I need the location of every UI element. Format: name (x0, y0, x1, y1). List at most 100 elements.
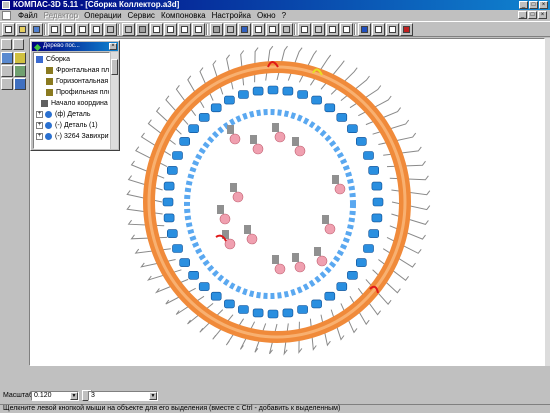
step-value: 3 (91, 392, 95, 399)
new-part-icon[interactable] (14, 52, 26, 64)
expand-icon[interactable]: + (36, 132, 43, 140)
zoom-all-icon[interactable] (192, 23, 205, 36)
rotate-icon[interactable] (210, 23, 223, 36)
tree-item[interactable]: Сборка (36, 54, 70, 65)
tree-item-label: (-) Деталь (1) (55, 122, 98, 129)
app-icon[interactable] (2, 1, 10, 9)
print-icon[interactable] (48, 23, 61, 36)
zoom-in-icon[interactable] (150, 23, 163, 36)
measure-icon[interactable] (298, 23, 311, 36)
rotate-component-icon[interactable] (14, 78, 26, 90)
move-component-icon[interactable] (1, 78, 13, 90)
properties-icon[interactable] (340, 23, 353, 36)
library-icon[interactable] (358, 23, 371, 36)
tree-item[interactable]: Начало координа (41, 98, 108, 109)
section-icon[interactable] (326, 23, 339, 36)
valve-component (246, 233, 258, 245)
expand-icon[interactable]: + (36, 121, 43, 129)
perspective-icon[interactable] (280, 23, 293, 36)
property-bar: Масштаб 0.120 ▼ 3 ▼ (0, 389, 550, 403)
doc-close-button[interactable]: × (538, 11, 547, 19)
blue-block (363, 244, 374, 253)
close-button[interactable]: × (539, 1, 548, 9)
blue-block (163, 213, 175, 223)
zoom-out-icon[interactable] (164, 23, 177, 36)
tree-item[interactable]: Профильная плос (46, 87, 110, 98)
part-icon (45, 110, 52, 118)
menu-item[interactable]: ? (279, 10, 289, 21)
section-icon-glyph (329, 26, 336, 33)
menu-item[interactable]: Сервис (125, 10, 158, 21)
variables-icon[interactable] (372, 23, 385, 36)
menu-item[interactable]: Окно (254, 10, 279, 21)
menu-item[interactable]: Файл (15, 10, 41, 21)
paste-icon[interactable] (90, 23, 103, 36)
open-icon[interactable] (16, 23, 29, 36)
redo-icon[interactable] (122, 23, 135, 36)
wireframe-icon-glyph (255, 26, 262, 33)
shaded-icon[interactable] (238, 23, 251, 36)
wireframe-icon[interactable] (252, 23, 265, 36)
save-icon[interactable] (30, 23, 43, 36)
maximize-button[interactable]: □ (529, 1, 538, 9)
hidden-lines-icon[interactable] (266, 23, 279, 36)
tree-item-label: Профильная плос (56, 89, 110, 96)
tree-item[interactable]: Горизонтальная п (46, 76, 109, 87)
cut-icon[interactable] (62, 23, 75, 36)
context-help-icon[interactable] (400, 23, 413, 36)
doc-restore-button[interactable]: □ (528, 11, 537, 19)
component-icon[interactable] (1, 52, 13, 64)
blue-block (238, 90, 249, 99)
minimize-button[interactable]: _ (519, 1, 528, 9)
fitting-component (322, 215, 329, 224)
tree-item[interactable]: + (ф) Деталь (36, 109, 91, 120)
chevron-down-icon[interactable]: ▼ (70, 392, 78, 400)
fitting-component (292, 137, 299, 146)
tree-scroll-thumb[interactable] (111, 59, 118, 75)
tree-item-label: (ф) Деталь (55, 111, 91, 118)
zoom-all-icon-glyph (195, 26, 202, 33)
menu-item[interactable]: Настройка (209, 10, 254, 21)
help-icon[interactable] (386, 23, 399, 36)
tree-close-button[interactable]: × (109, 43, 117, 50)
mate-icon[interactable] (14, 65, 26, 77)
valve-component (252, 143, 264, 155)
undo-icon[interactable] (104, 23, 117, 36)
tab-build-icon[interactable] (13, 39, 24, 50)
expand-icon[interactable]: + (36, 110, 43, 118)
toolbar-separator (294, 24, 296, 35)
menu-item[interactable]: Редактор (41, 10, 81, 21)
redraw-icon-glyph (227, 26, 234, 33)
tree-title: Дерево пос... (43, 43, 80, 49)
blue-block (252, 308, 264, 318)
menu-item[interactable]: Операции (81, 10, 124, 21)
save-icon-glyph (33, 26, 40, 33)
zoom-window-icon[interactable] (178, 23, 191, 36)
viewport-scrollbar[interactable] (545, 38, 550, 366)
step-combo[interactable]: 3 ▼ (88, 391, 158, 401)
copy-icon[interactable] (76, 23, 89, 36)
insert-component-icon[interactable] (1, 65, 13, 77)
blue-block (371, 213, 383, 223)
blue-block (252, 86, 264, 96)
tree-item[interactable]: + (-) 3264 Завихрите (36, 131, 110, 142)
doc-minimize-button[interactable]: _ (518, 11, 527, 19)
chevron-down-icon[interactable]: ▼ (149, 392, 157, 400)
tree-scrollbar[interactable] (111, 52, 118, 149)
pan-icon[interactable] (136, 23, 149, 36)
tree-item-label: (-) 3264 Завихрите (55, 133, 110, 140)
tree-item[interactable]: + (-) Деталь (1) (36, 120, 98, 131)
new-icon[interactable] (2, 23, 15, 36)
menu-item[interactable]: Компоновка (158, 10, 209, 21)
redraw-icon[interactable] (224, 23, 237, 36)
scale-combo[interactable]: 0.120 ▼ (31, 391, 79, 401)
mass-icon[interactable] (312, 23, 325, 36)
tree-item[interactable]: Фронтальная плос (46, 65, 109, 76)
tab-edit-icon[interactable] (1, 39, 12, 50)
document-icon[interactable] (2, 11, 11, 20)
blue-block (324, 291, 336, 301)
part-icon (45, 121, 52, 129)
blue-block (163, 181, 175, 191)
valve-component (324, 223, 336, 235)
valve-component (274, 131, 286, 143)
